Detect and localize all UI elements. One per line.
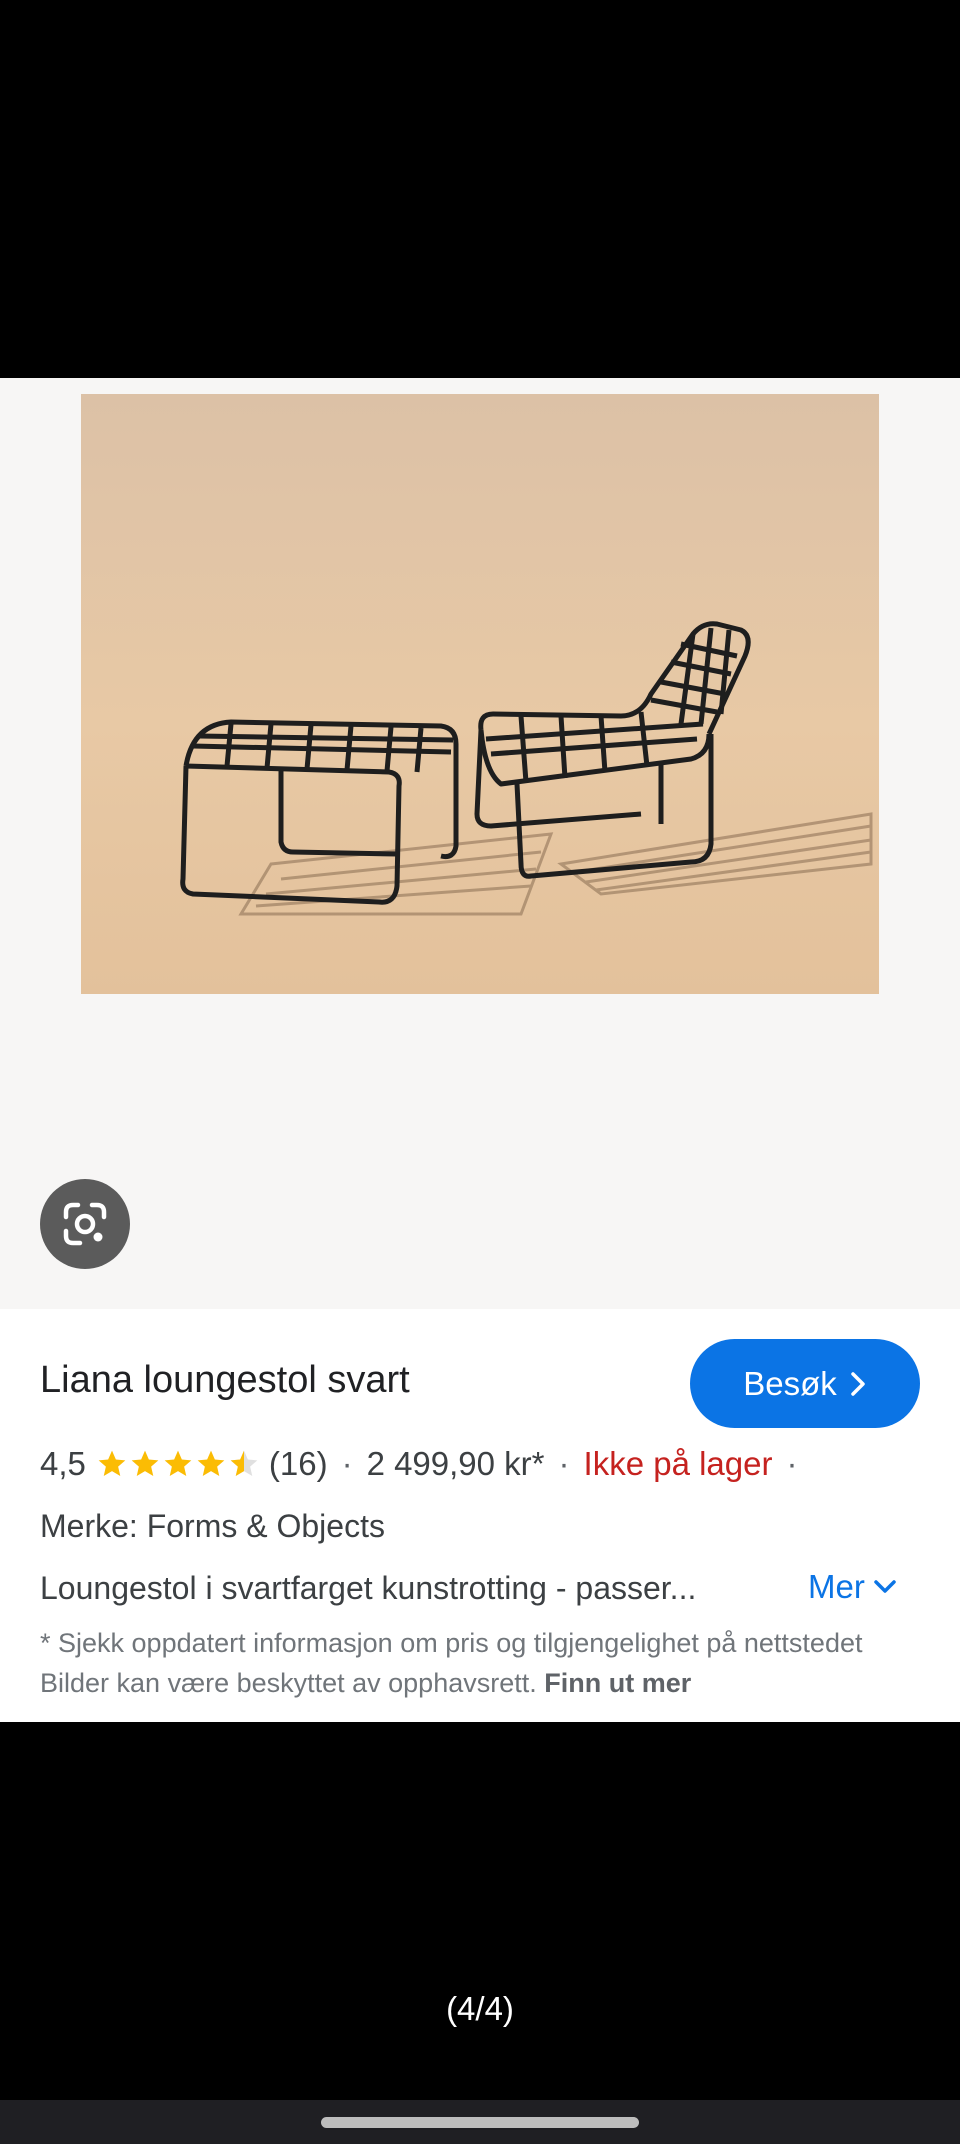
product-description: Loungestol i svartfarget kunstrotting - … <box>40 1570 697 1606</box>
more-button[interactable]: Mer <box>808 1568 897 1606</box>
learn-more-link[interactable]: Finn ut mer <box>544 1668 691 1698</box>
disclaimer: * Sjekk oppdatert informasjon om pris og… <box>40 1623 920 1703</box>
product-info-panel: Liana loungestol svart Besøk 4,5 (16) · … <box>0 1309 960 1722</box>
chevron-down-icon <box>874 1580 896 1593</box>
rating-value: 4,5 <box>40 1445 86 1482</box>
stock-status: Ikke på lager <box>583 1445 773 1482</box>
review-count[interactable]: (16) <box>269 1445 328 1483</box>
separator: · <box>341 1445 353 1482</box>
separator: · <box>786 1445 798 1482</box>
visit-button-label: Besøk <box>743 1364 837 1402</box>
more-label: Mer <box>808 1568 865 1605</box>
system-navigation-bar <box>0 2100 960 2144</box>
disclaimer-text: * Sjekk oppdatert informasjon om pris og… <box>40 1628 863 1698</box>
star-full-icon <box>131 1450 159 1476</box>
star-full-icon <box>164 1450 192 1476</box>
rating-stars <box>96 1448 261 1480</box>
rating-price-row: 4,5 (16) · 2 499,90 kr* · Ikke på lager … <box>40 1442 811 1486</box>
brand: Merke: Forms & Objects <box>40 1508 385 1544</box>
image-viewer <box>0 378 960 1309</box>
price: 2 499,90 kr* <box>366 1445 545 1482</box>
product-title[interactable]: Liana loungestol svart <box>40 1359 410 1402</box>
separator: · <box>558 1445 570 1482</box>
star-full-icon <box>98 1450 126 1476</box>
product-image[interactable] <box>81 394 879 994</box>
image-counter: (4/4) <box>446 1990 514 2027</box>
star-half-icon <box>230 1450 258 1476</box>
product-image-graphic <box>81 394 879 994</box>
star-full-icon <box>197 1450 225 1476</box>
google-lens-icon <box>63 1202 107 1246</box>
visit-button[interactable]: Besøk <box>690 1339 920 1428</box>
home-gesture-handle[interactable] <box>321 2117 639 2128</box>
google-lens-button[interactable] <box>40 1179 130 1269</box>
chevron-right-icon <box>851 1371 865 1396</box>
